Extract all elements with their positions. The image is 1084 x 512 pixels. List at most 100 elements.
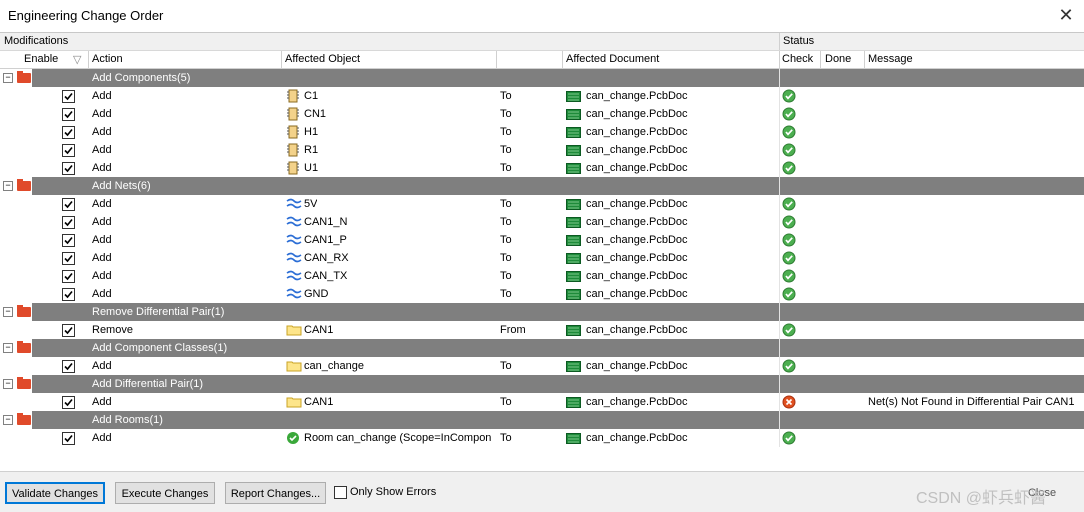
table-row[interactable]: Add can_change To can_change.PcbDoc bbox=[0, 357, 1084, 375]
group-label: Add Component Classes(1) bbox=[92, 342, 228, 354]
group-label: Add Nets(6) bbox=[92, 180, 151, 192]
enable-checkbox[interactable] bbox=[62, 252, 75, 265]
collapse-icon[interactable]: − bbox=[3, 307, 13, 317]
table-row[interactable]: Add CAN_TX To can_change.PcbDoc bbox=[0, 267, 1084, 285]
enable-checkbox[interactable] bbox=[62, 144, 75, 157]
pcb-document-icon bbox=[566, 199, 581, 210]
action-column-header[interactable]: Action bbox=[92, 53, 123, 65]
table-row[interactable]: Remove CAN1 From can_change.PcbDoc bbox=[0, 321, 1084, 339]
enable-checkbox[interactable] bbox=[62, 288, 75, 301]
table-row[interactable]: Add CN1 To can_change.PcbDoc bbox=[0, 105, 1084, 123]
folder-icon bbox=[286, 395, 302, 409]
affected-object-cell: CAN1 bbox=[304, 324, 334, 336]
table-row[interactable]: Add CAN1 To can_change.PcbDoc Net(s) Not Fou… bbox=[0, 393, 1084, 411]
enable-checkbox[interactable] bbox=[62, 90, 75, 103]
pcb-document-icon bbox=[566, 217, 581, 228]
table-row[interactable]: Add 5V To can_change.PcbDoc bbox=[0, 195, 1084, 213]
column-divider[interactable] bbox=[496, 51, 497, 68]
table-row[interactable]: Add R1 To can_change.PcbDoc bbox=[0, 141, 1084, 159]
collapse-icon[interactable]: − bbox=[3, 379, 13, 389]
enable-checkbox[interactable] bbox=[62, 324, 75, 337]
affected-document-cell: can_change.PcbDoc bbox=[586, 234, 688, 246]
group-row[interactable]: − Add Nets(6) bbox=[0, 177, 1084, 195]
report-changes-button[interactable]: Report Changes... bbox=[225, 482, 326, 504]
group-row[interactable]: − Remove Differential Pair(1) bbox=[0, 303, 1084, 321]
footer-bar: Validate Changes Execute Changes Report … bbox=[0, 471, 1084, 512]
execute-changes-button[interactable]: Execute Changes bbox=[115, 482, 215, 504]
component-icon bbox=[286, 161, 300, 175]
component-icon bbox=[286, 125, 300, 139]
column-divider[interactable] bbox=[88, 51, 89, 68]
table-row[interactable]: Add GND To can_change.PcbDoc bbox=[0, 285, 1084, 303]
column-headers: Enable ▽ Action Affected Object Affected… bbox=[0, 51, 1084, 69]
pcb-document-icon bbox=[566, 127, 581, 138]
table-row[interactable]: Add H1 To can_change.PcbDoc bbox=[0, 123, 1084, 141]
group-row[interactable]: − Add Component Classes(1) bbox=[0, 339, 1084, 357]
action-cell: Add bbox=[92, 252, 112, 264]
check-column-header[interactable]: Check bbox=[782, 53, 813, 65]
table-row[interactable]: Add CAN1_N To can_change.PcbDoc bbox=[0, 213, 1084, 231]
enable-checkbox[interactable] bbox=[62, 360, 75, 373]
table-row[interactable]: Add Room can_change (Scope=InCompon To can_… bbox=[0, 429, 1084, 447]
group-row[interactable]: − Add Rooms(1) bbox=[0, 411, 1084, 429]
only-show-errors-box[interactable] bbox=[334, 486, 347, 499]
enable-checkbox[interactable] bbox=[62, 270, 75, 283]
action-cell: Add bbox=[92, 432, 112, 444]
close-icon[interactable]: ✕ bbox=[1056, 4, 1076, 26]
affected-document-cell: can_change.PcbDoc bbox=[586, 198, 688, 210]
enable-checkbox[interactable] bbox=[62, 432, 75, 445]
enable-checkbox[interactable] bbox=[62, 126, 75, 139]
enable-checkbox[interactable] bbox=[62, 396, 75, 409]
message-cell: Net(s) Not Found in Differential Pair CA… bbox=[868, 396, 1075, 408]
enable-checkbox[interactable] bbox=[62, 162, 75, 175]
direction-cell: To bbox=[500, 432, 512, 444]
folder-icon bbox=[17, 413, 31, 425]
check-ok-icon bbox=[782, 431, 796, 445]
direction-cell: To bbox=[500, 252, 512, 264]
collapse-icon[interactable]: − bbox=[3, 415, 13, 425]
table-row[interactable]: Add CAN1_P To can_change.PcbDoc bbox=[0, 231, 1084, 249]
group-row[interactable]: − Add Components(5) bbox=[0, 69, 1084, 87]
check-ok-icon bbox=[782, 197, 796, 211]
validate-changes-button[interactable]: Validate Changes bbox=[5, 482, 105, 504]
sort-icon[interactable]: ▽ bbox=[73, 53, 81, 66]
group-row[interactable]: − Add Differential Pair(1) bbox=[0, 375, 1084, 393]
affected-object-cell: CAN1 bbox=[304, 396, 334, 408]
column-divider[interactable] bbox=[562, 51, 563, 68]
action-cell: Remove bbox=[92, 324, 133, 336]
affected-document-cell: can_change.PcbDoc bbox=[586, 126, 688, 138]
enable-checkbox[interactable] bbox=[62, 108, 75, 121]
enable-checkbox[interactable] bbox=[62, 216, 75, 229]
enable-checkbox[interactable] bbox=[62, 198, 75, 211]
collapse-icon[interactable]: − bbox=[3, 343, 13, 353]
net-icon bbox=[286, 197, 302, 211]
direction-cell: To bbox=[500, 216, 512, 228]
column-divider[interactable] bbox=[779, 51, 780, 68]
table-row[interactable]: Add C1 To can_change.PcbDoc bbox=[0, 87, 1084, 105]
enable-checkbox[interactable] bbox=[62, 234, 75, 247]
folder-icon bbox=[17, 179, 31, 191]
check-ok-icon bbox=[782, 359, 796, 373]
check-ok-icon bbox=[782, 161, 796, 175]
column-divider[interactable] bbox=[820, 51, 821, 68]
collapse-icon[interactable]: − bbox=[3, 181, 13, 191]
group-label: Add Rooms(1) bbox=[92, 414, 163, 426]
table-row[interactable]: Add U1 To can_change.PcbDoc bbox=[0, 159, 1084, 177]
header-band: Modifications Status bbox=[0, 33, 1084, 51]
column-divider[interactable] bbox=[864, 51, 865, 68]
collapse-icon[interactable]: − bbox=[3, 73, 13, 83]
direction-cell: To bbox=[500, 198, 512, 210]
done-column-header[interactable]: Done bbox=[825, 53, 851, 65]
modifications-header: Modifications bbox=[4, 35, 69, 47]
affected-document-column-header[interactable]: Affected Document bbox=[566, 53, 659, 65]
column-divider[interactable] bbox=[281, 51, 282, 68]
table-row[interactable]: Add CAN_RX To can_change.PcbDoc bbox=[0, 249, 1084, 267]
message-column-header[interactable]: Message bbox=[868, 53, 913, 65]
affected-object-cell: CAN_RX bbox=[304, 252, 349, 264]
affected-object-column-header[interactable]: Affected Object bbox=[285, 53, 360, 65]
folder-icon bbox=[286, 323, 302, 337]
window-title: Engineering Change Order bbox=[8, 8, 164, 23]
enable-column-header[interactable]: Enable bbox=[24, 53, 58, 65]
group-row-gutter: − bbox=[0, 303, 32, 321]
only-show-errors-label: Only Show Errors bbox=[350, 486, 437, 498]
